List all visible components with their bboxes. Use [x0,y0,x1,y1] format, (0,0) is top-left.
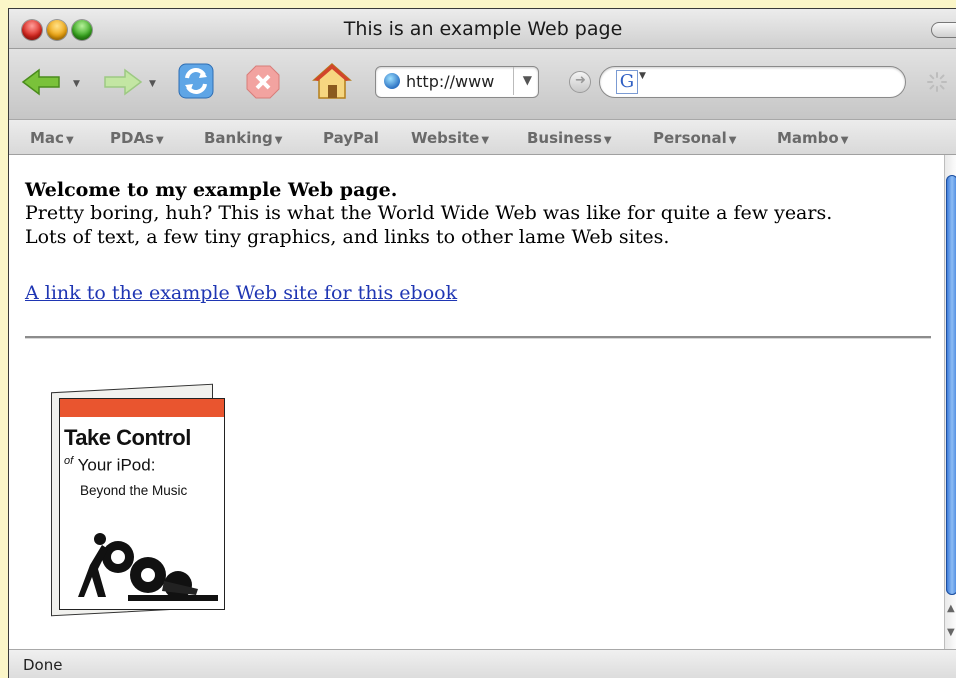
stop-icon[interactable] [245,64,281,100]
search-field[interactable]: G ▼ [599,66,906,98]
page-content: Welcome to my example Web page. Pretty b… [9,155,944,649]
cover-band [60,399,224,417]
back-arrow-icon[interactable] [19,67,63,97]
browser-window: This is an example Web page ▼ ▼ http://w… [8,8,956,678]
scroll-down-arrow-icon[interactable]: ▼ [947,627,955,638]
status-text: Done [23,656,63,674]
body-text-line: Pretty boring, huh? This is what the Wor… [25,202,833,224]
activity-spinner-icon [927,72,947,92]
forward-history-chevron-icon[interactable]: ▼ [149,79,156,89]
bookmark-label: Mambo [777,129,839,147]
status-bar: Done [9,649,956,678]
book-cover-image: Take Control of Your iPod: Beyond the Mu… [49,380,233,617]
scrollbar-thumb[interactable] [946,175,956,595]
bookmark-label: Business [527,129,602,147]
address-bar[interactable]: http://www ▼ [375,66,539,98]
chevron-down-icon: ▼ [155,135,164,146]
chevron-down-icon: ▼ [603,135,612,146]
book-front-cover: Take Control of Your iPod: Beyond the Mu… [59,398,225,610]
chevron-down-icon: ▼ [481,135,490,146]
reload-icon[interactable] [177,62,215,100]
bookmark-label: PayPal [323,129,379,147]
address-divider [513,67,514,95]
search-engine-chevron-icon[interactable]: ▼ [639,71,646,81]
bookmark-paypal[interactable]: PayPal [323,129,379,147]
chevron-down-icon: ▼ [840,135,849,146]
navigation-toolbar: ▼ ▼ http://www ▼ ➜ G ▼ [9,49,956,120]
bookmark-banking[interactable]: Banking ▼ [204,129,282,147]
page-heading: Welcome to my example Web page. [25,179,398,201]
go-arrow-icon: ➜ [575,73,586,88]
google-search-engine-icon[interactable]: G [616,70,638,94]
bookmark-mambo[interactable]: Mambo ▼ [777,129,848,147]
bookmark-personal[interactable]: Personal ▼ [653,129,736,147]
bookmark-pdas[interactable]: PDAs ▼ [110,129,164,147]
forward-arrow-icon[interactable] [101,67,145,97]
gears-illustration-icon [78,533,218,601]
globe-icon [384,73,400,89]
bookmark-label: Website [411,129,480,147]
back-history-chevron-icon[interactable]: ▼ [73,79,80,89]
chevron-down-icon: ▼ [274,135,283,146]
bookmark-label: PDAs [110,129,154,147]
chevron-down-icon: ▼ [65,135,74,146]
scroll-up-arrow-icon[interactable]: ▲ [947,603,955,614]
book-title: Take Control [64,425,191,450]
bookmark-mac[interactable]: Mac ▼ [30,129,74,147]
ebook-site-link[interactable]: A link to the example Web site for this … [25,282,457,304]
toolbar-toggle-button[interactable] [931,22,956,38]
horizontal-rule [25,336,931,339]
bookmark-business[interactable]: Business ▼ [527,129,612,147]
book-tagline: Beyond the Music [80,483,188,498]
bookmarks-bar: Mac ▼ PDAs ▼ Banking ▼ PayPal Website ▼ Busi… [9,120,956,155]
bookmark-label: Personal [653,129,727,147]
book-of: of [64,455,74,467]
bookmark-label: Mac [30,129,64,147]
vertical-scrollbar[interactable]: ▲ ▼ [944,155,956,649]
bookmark-label: Banking [204,129,273,147]
window-title: This is an example Web page [343,18,623,40]
address-text[interactable]: http://www [406,72,516,91]
title-bar[interactable]: This is an example Web page [9,9,956,49]
body-text-line: Lots of text, a few tiny graphics, and l… [25,226,670,248]
book-subtitle: of Your iPod: [64,455,155,476]
address-dropdown-icon[interactable]: ▼ [523,73,532,87]
bookmark-website[interactable]: Website ▼ [411,129,489,147]
go-button[interactable]: ➜ [569,71,591,93]
book-subtitle-text: Your iPod: [77,455,156,475]
home-icon[interactable] [311,61,353,101]
chevron-down-icon: ▼ [728,135,737,146]
